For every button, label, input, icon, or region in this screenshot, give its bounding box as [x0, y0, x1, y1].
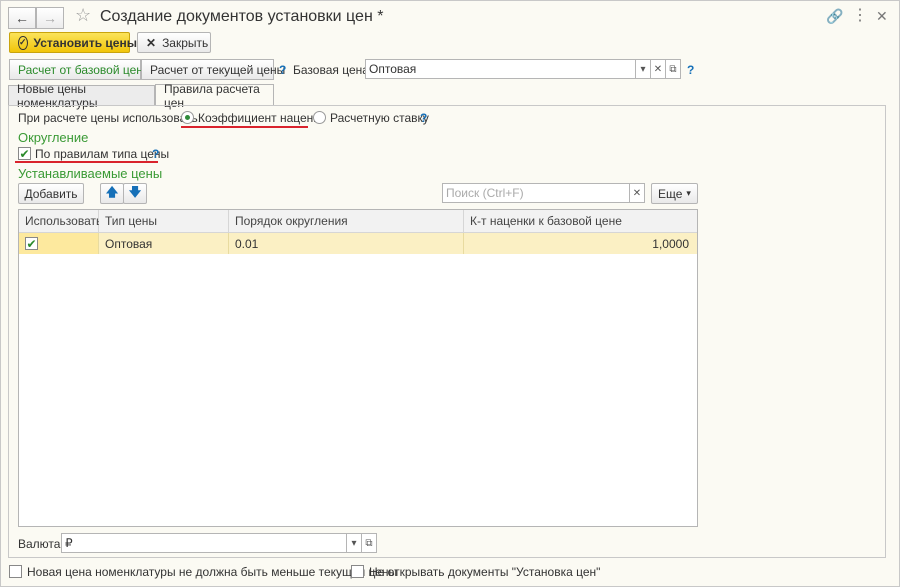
- base-price-help-icon[interactable]: ?: [687, 63, 694, 77]
- calc-help-icon[interactable]: ?: [279, 63, 286, 77]
- close-button[interactable]: ✕ Закрыть: [137, 32, 211, 53]
- currency-label: Валюта:: [18, 537, 64, 551]
- row-use-checkbox[interactable]: ✔: [25, 237, 38, 250]
- check-icon: ✔: [19, 146, 30, 161]
- calc-from-base-label: Расчет от базовой цены: [18, 62, 152, 77]
- row-rounding-cell[interactable]: 0.01: [229, 233, 464, 254]
- set-prices-label: Установить цены: [33, 35, 137, 50]
- move-up-button[interactable]: 🡅: [100, 183, 124, 204]
- prices-heading: Устанавливаемые цены: [18, 166, 163, 181]
- currency-value: ₽: [65, 536, 73, 550]
- currency-dropdown-icon[interactable]: ▾: [346, 533, 362, 553]
- more-label: Еще: [658, 186, 683, 201]
- rounding-heading: Округление: [18, 130, 89, 145]
- arrow-down-icon: 🡇: [128, 185, 142, 199]
- currency-open-icon[interactable]: ⧉: [361, 533, 377, 553]
- no-open-docs-checkbox[interactable]: [351, 565, 364, 578]
- min-price-label[interactable]: Новая цена номенклатуры не должна быть м…: [27, 565, 397, 579]
- row-use-cell[interactable]: ✔: [19, 233, 99, 254]
- add-button[interactable]: Добавить: [18, 183, 84, 204]
- calc-from-current-label: Расчет от текущей цены: [150, 62, 286, 77]
- search-clear-icon[interactable]: ✕: [629, 183, 645, 203]
- rounding-help-icon[interactable]: ?: [152, 147, 159, 161]
- currency-field[interactable]: ₽: [61, 533, 347, 553]
- more-menu-icon[interactable]: ⋮: [852, 5, 868, 25]
- close-label: Закрыть: [162, 35, 209, 50]
- rules-help-icon[interactable]: ?: [420, 111, 427, 125]
- base-price-field[interactable]: Оптовая: [365, 59, 636, 79]
- column-header-rounding[interactable]: Порядок округления: [229, 210, 464, 233]
- row-markup-cell[interactable]: 1,0000: [464, 233, 697, 254]
- option-rate-label[interactable]: Расчетную ставку: [330, 111, 429, 125]
- search-placeholder: Поиск (Ctrl+F): [446, 186, 524, 200]
- column-header-markup[interactable]: К-т наценки к базовой цене: [464, 210, 697, 233]
- check-icon: ✔: [26, 236, 37, 251]
- prices-table: Использовать Тип цены Порядок округления…: [18, 209, 698, 527]
- chevron-down-icon: ▾: [686, 188, 691, 198]
- calc-from-current-button[interactable]: Расчет от текущей цены: [141, 59, 285, 80]
- check-circle-icon: ✓: [18, 35, 28, 50]
- by-rules-checkbox[interactable]: ✔: [18, 147, 31, 160]
- min-price-checkbox[interactable]: [9, 565, 22, 578]
- rounding-underline: [15, 161, 158, 163]
- markup-underline: [181, 126, 308, 128]
- forward-button[interactable]: →: [36, 7, 64, 29]
- dropdown-arrow-icon[interactable]: ▾: [635, 59, 651, 79]
- close-icon[interactable]: ✕: [876, 8, 888, 25]
- back-button[interactable]: ←: [8, 7, 36, 29]
- tab-calc-rules[interactable]: Правила расчета цен: [155, 82, 274, 110]
- base-price-value: Оптовая: [369, 62, 417, 76]
- x-icon: ✕: [146, 35, 157, 50]
- option-markup-label[interactable]: Коэффициент наценки: [198, 111, 325, 125]
- clear-icon[interactable]: ✕: [650, 59, 666, 79]
- move-down-button[interactable]: 🡇: [123, 183, 147, 204]
- more-button[interactable]: Еще ▾: [651, 183, 698, 204]
- search-input[interactable]: Поиск (Ctrl+F): [442, 183, 630, 203]
- radio-markup[interactable]: [181, 111, 194, 124]
- no-open-docs-label[interactable]: Не открывать документы "Установка цен": [369, 565, 600, 579]
- column-header-price-type[interactable]: Тип цены: [99, 210, 229, 233]
- link-icon[interactable]: 🔗: [826, 8, 843, 25]
- open-icon[interactable]: ⧉: [665, 59, 681, 79]
- row-price-type-cell[interactable]: Оптовая: [99, 233, 229, 254]
- tab-new-prices[interactable]: Новые цены номенклатуры: [8, 82, 155, 110]
- set-prices-button[interactable]: ✓ Установить цены: [9, 32, 137, 53]
- arrow-left-icon: ←: [15, 10, 29, 26]
- use-label: При расчете цены использовать:: [18, 111, 202, 125]
- arrow-up-icon: 🡅: [105, 185, 119, 199]
- by-rules-label[interactable]: По правилам типа цены: [35, 147, 169, 161]
- add-label: Добавить: [24, 186, 78, 201]
- base-price-label: Базовая цена:: [293, 63, 373, 77]
- arrow-right-icon: →: [43, 10, 57, 26]
- column-header-use[interactable]: Использовать: [19, 210, 102, 233]
- radio-rate[interactable]: [313, 111, 326, 124]
- calc-from-base-button[interactable]: Расчет от базовой цены: [9, 59, 152, 80]
- favorite-star-icon[interactable]: ☆: [75, 5, 91, 26]
- page-title: Создание документов установки цен *: [100, 8, 384, 25]
